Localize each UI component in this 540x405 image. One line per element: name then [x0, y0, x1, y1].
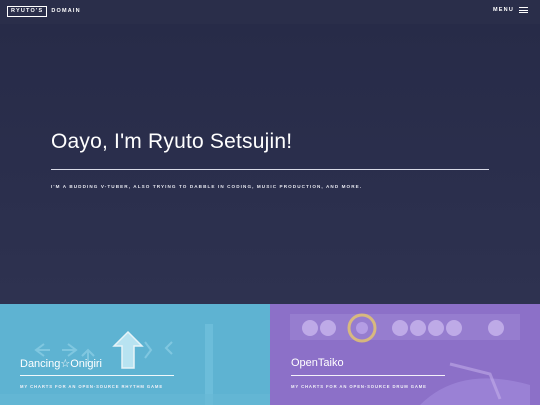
dancing-onigiri-arrows-art — [0, 304, 270, 405]
project-subtitle: MY CHARTS FOR AN OPEN-SOURCE DRUM GAME — [291, 384, 427, 389]
top-bar: RYUTO'S DOMAIN MENU — [0, 0, 540, 24]
project-divider — [291, 375, 445, 376]
project-divider — [20, 375, 174, 376]
opentaiko-drum-art — [270, 304, 540, 405]
project-title: OpenTaiko — [291, 357, 344, 369]
hamburger-icon — [519, 7, 528, 13]
project-subtitle: MY CHARTS FOR AN OPEN-SOURCE RHYTHM GAME — [20, 384, 164, 389]
menu-button[interactable]: MENU — [493, 7, 528, 13]
logo-text: DOMAIN — [51, 8, 81, 14]
project-tile-dancing-onigiri[interactable]: Dancing☆Onigiri MY CHARTS FOR AN OPEN-SO… — [0, 304, 270, 405]
logo-box: RYUTO'S — [7, 6, 48, 17]
hero-divider — [51, 169, 489, 170]
menu-label: MENU — [493, 7, 514, 13]
hero-subtitle: I'M A BUDDING V-TUBER, ALSO TRYING TO DA… — [51, 184, 363, 189]
site-logo[interactable]: RYUTO'S DOMAIN — [7, 6, 81, 17]
project-tile-opentaiko[interactable]: OpenTaiko MY CHARTS FOR AN OPEN-SOURCE D… — [270, 304, 540, 405]
project-title: Dancing☆Onigiri — [20, 358, 103, 370]
hero-section — [0, 24, 540, 304]
project-tiles: Dancing☆Onigiri MY CHARTS FOR AN OPEN-SO… — [0, 304, 540, 405]
hero-title: Oayo, I'm Ryuto Setsujin! — [51, 130, 293, 153]
